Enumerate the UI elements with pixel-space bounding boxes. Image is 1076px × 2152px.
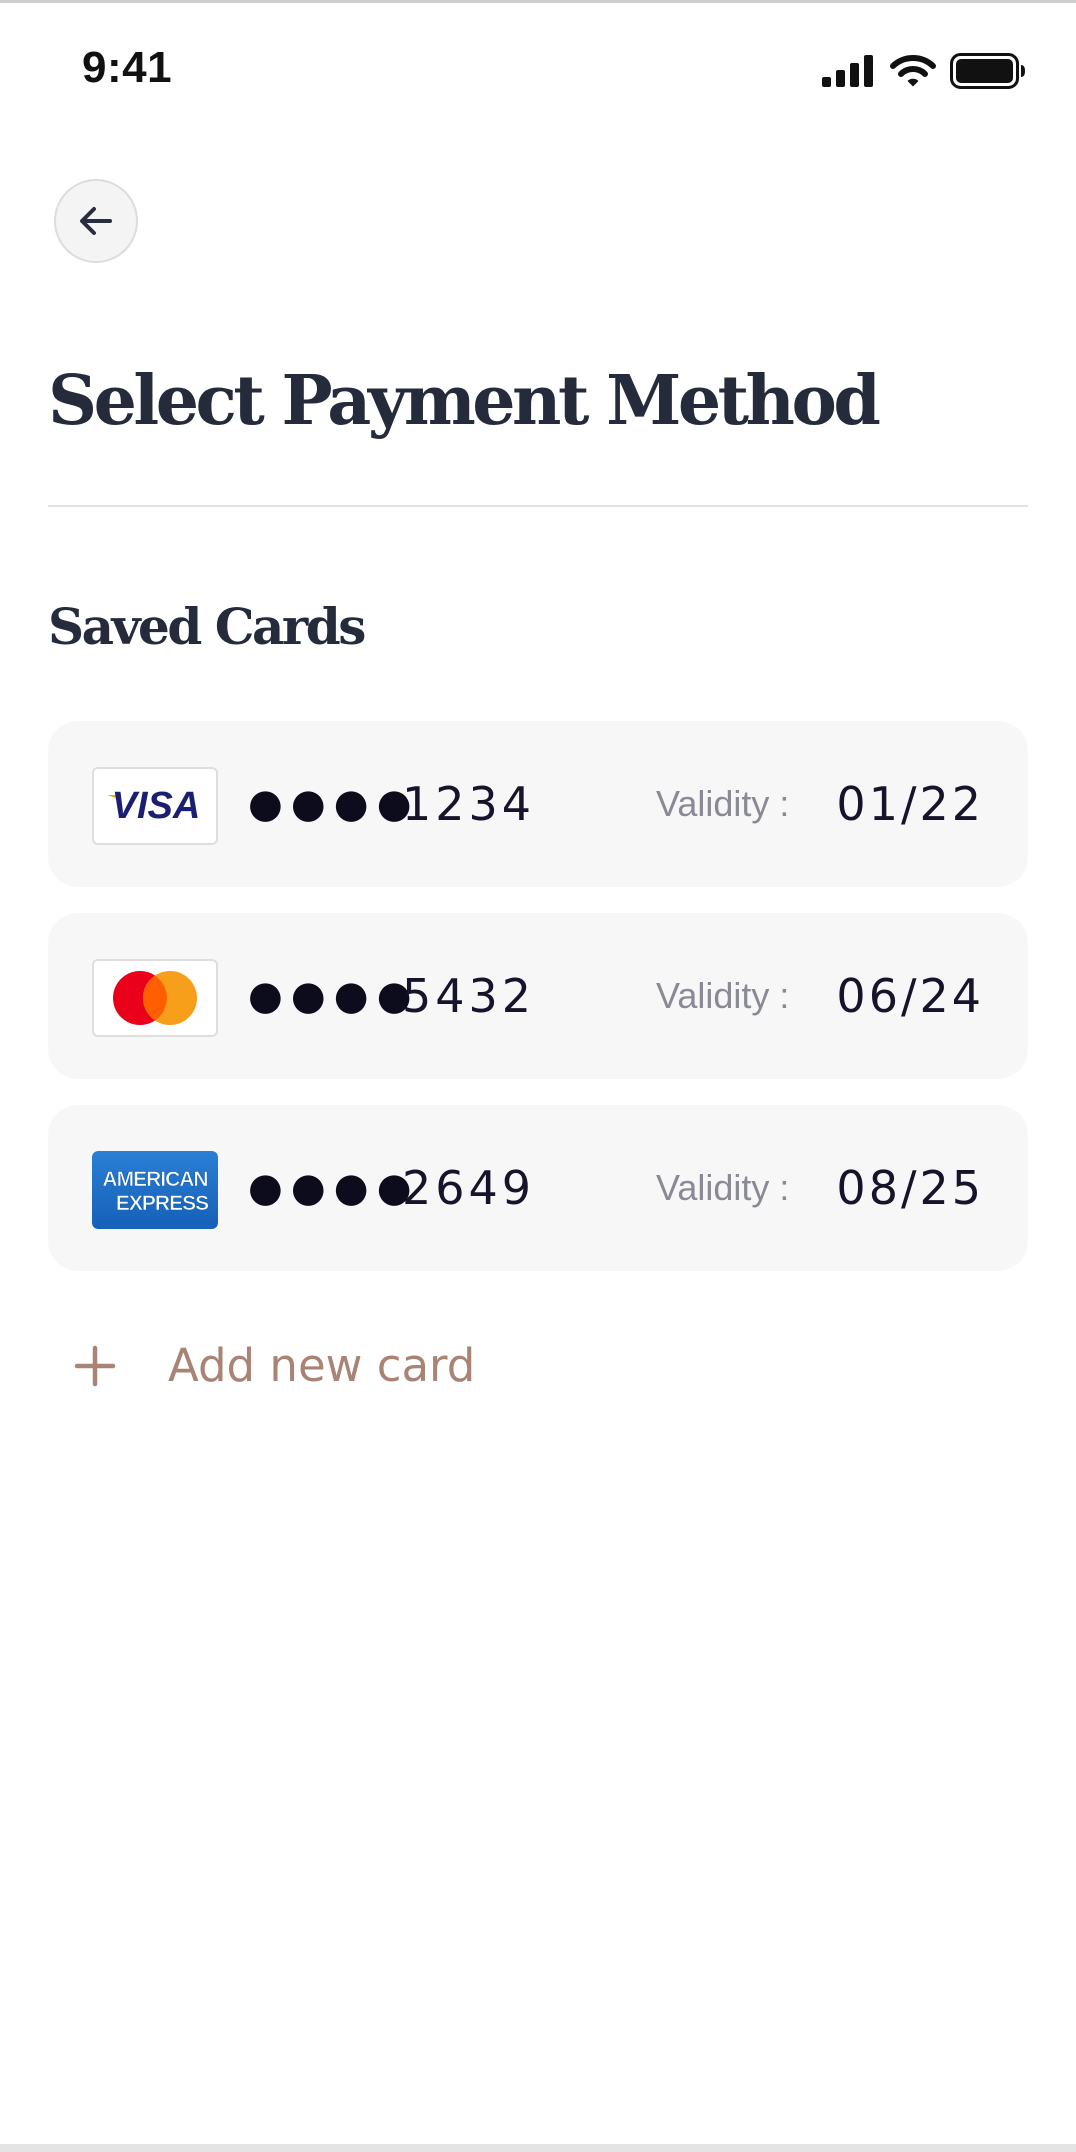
divider <box>48 505 1028 507</box>
validity-label: Validity : <box>656 975 790 1016</box>
arrow-left-icon <box>80 207 112 235</box>
svg-text:EXPRESS: EXPRESS <box>116 1192 209 1215</box>
saved-card-visa[interactable]: VISA ●●●● 1234 Validity : 01/22 <box>48 721 1028 887</box>
add-new-card-label: Add new card <box>168 1339 476 1392</box>
amex-logo: AMERICAN EXPRESS <box>92 1151 218 1229</box>
saved-card-amex[interactable]: AMERICAN EXPRESS ●●●● 2649 Validity : 08… <box>48 1105 1028 1271</box>
validity-value: 01/22 <box>836 777 984 831</box>
validity-label: Validity : <box>656 783 790 824</box>
masked-digits: ●●●● <box>248 781 420 827</box>
validity-label: Validity : <box>656 1167 790 1208</box>
wifi-icon <box>890 55 936 87</box>
saved-card-list: VISA ●●●● 1234 Validity : 01/22 ●●●● 543… <box>48 721 1028 1297</box>
validity-value: 08/25 <box>836 1161 984 1215</box>
payment-method-screen: 9:41 Select Payment Method Saved Cards V… <box>0 0 1076 2152</box>
visa-logo: VISA <box>92 767 218 845</box>
status-icons <box>822 53 1026 89</box>
visa-logo-text: VISA <box>112 785 201 827</box>
signal-icon <box>822 55 873 87</box>
saved-card-mastercard[interactable]: ●●●● 5432 Validity : 06/24 <box>48 913 1028 1079</box>
mastercard-logo <box>92 959 218 1037</box>
home-indicator <box>0 2144 1076 2152</box>
plus-icon <box>74 1345 116 1386</box>
battery-icon <box>950 53 1025 89</box>
card-last-four: 2649 <box>402 1161 536 1215</box>
status-time: 9:41 <box>82 43 173 92</box>
back-button[interactable] <box>54 179 138 263</box>
masked-digits: ●●●● <box>248 1165 420 1211</box>
page-title: Select Payment Method <box>48 361 881 441</box>
svg-text:AMERICAN: AMERICAN <box>102 1168 207 1191</box>
section-title-saved-cards: Saved Cards <box>48 597 366 656</box>
card-last-four: 5432 <box>402 969 536 1023</box>
card-last-four: 1234 <box>402 777 536 831</box>
validity-value: 06/24 <box>836 969 984 1023</box>
masked-digits: ●●●● <box>248 973 420 1019</box>
add-new-card-button[interactable]: Add new card <box>74 1339 475 1392</box>
